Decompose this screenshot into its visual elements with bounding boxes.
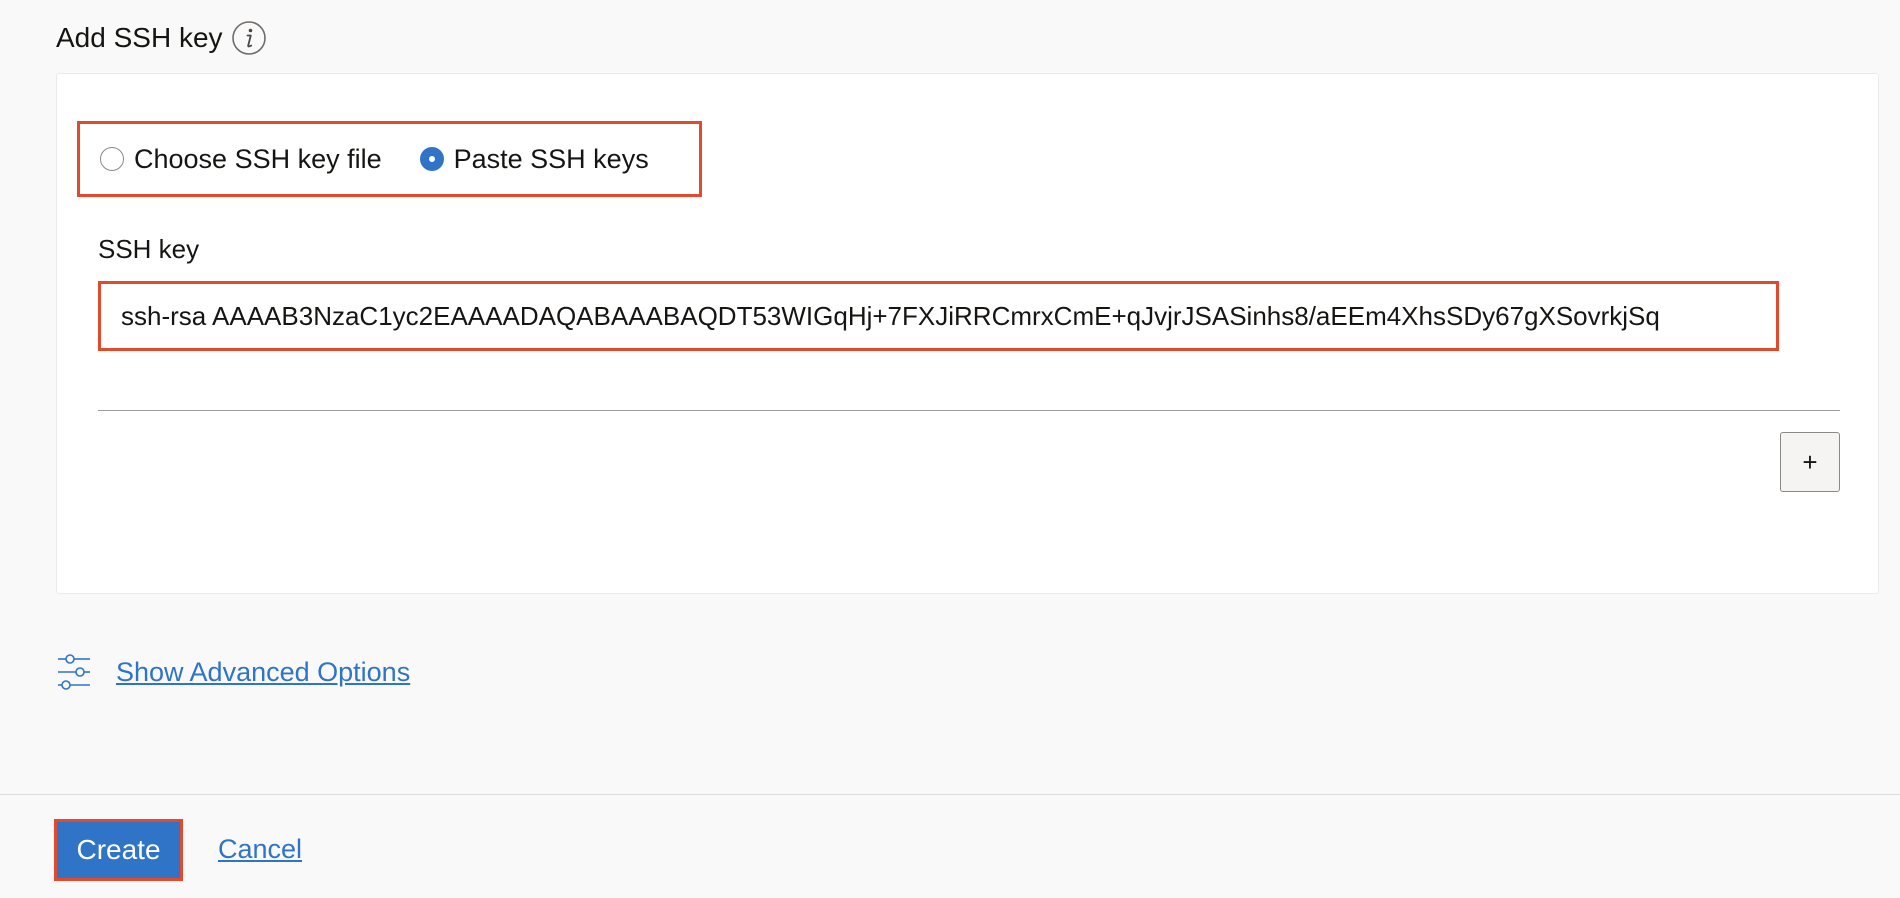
footer-bar: Create Cancel — [0, 794, 1900, 898]
divider — [98, 410, 1840, 411]
sliders-icon — [56, 652, 92, 692]
radio-button-unchecked[interactable] — [100, 147, 124, 171]
create-button-label: Create — [76, 834, 161, 865]
section-header: Add SSH key — [56, 18, 267, 58]
radio-label: Paste SSH keys — [453, 144, 649, 174]
add-ssh-key-button[interactable]: + — [1780, 432, 1840, 492]
info-icon[interactable] — [231, 20, 267, 56]
section-title: Add SSH key — [56, 22, 223, 53]
ssh-source-radio-group: Choose SSH key file Paste SSH keys — [77, 121, 702, 197]
show-advanced-options-link[interactable]: Show Advanced Options — [116, 652, 410, 692]
radio-choose-ssh-key-file[interactable]: Choose SSH key file — [100, 143, 382, 175]
ssh-key-panel: Choose SSH key file Paste SSH keys SSH k… — [56, 73, 1879, 594]
ssh-key-input[interactable] — [98, 281, 1779, 351]
radio-label: Choose SSH key file — [134, 144, 382, 174]
radio-paste-ssh-keys[interactable]: Paste SSH keys — [419, 143, 649, 175]
cancel-link[interactable]: Cancel — [218, 831, 302, 867]
ssh-key-field-label: SSH key — [98, 234, 200, 264]
show-advanced-options[interactable]: Show Advanced Options — [56, 652, 410, 692]
radio-button-checked[interactable] — [419, 147, 444, 171]
create-button[interactable]: Create — [54, 819, 183, 881]
